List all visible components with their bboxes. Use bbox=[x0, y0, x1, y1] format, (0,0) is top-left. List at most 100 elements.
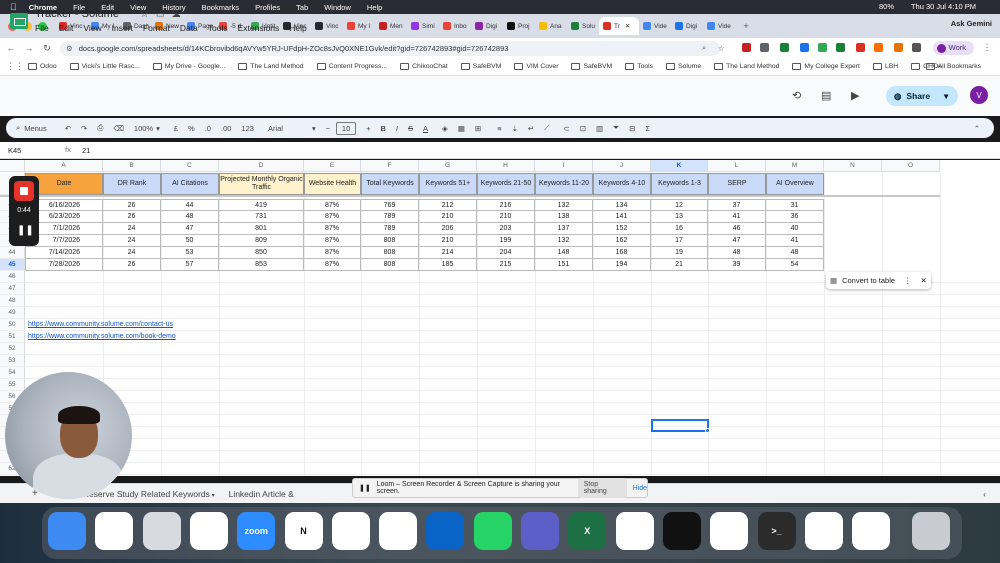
dock-clickup-icon[interactable] bbox=[331, 512, 370, 550]
browser-tab[interactable]: Vide bbox=[639, 17, 671, 35]
table-cell[interactable]: 212 bbox=[419, 199, 477, 211]
dock-notion-icon[interactable]: N bbox=[284, 512, 323, 550]
italic-icon[interactable]: I bbox=[396, 124, 398, 133]
table-cell[interactable]: 801 bbox=[219, 223, 304, 235]
extension-icon[interactable] bbox=[742, 43, 751, 52]
column-header-n[interactable]: N bbox=[824, 160, 882, 172]
row-header[interactable]: 54 bbox=[0, 367, 25, 379]
menu-extensions[interactable]: Extensions bbox=[238, 23, 280, 33]
chevron-down-icon[interactable]: ▾ bbox=[156, 124, 160, 133]
bookmark-item[interactable]: Tools bbox=[625, 63, 653, 70]
extension-icon[interactable] bbox=[818, 43, 827, 52]
table-cell[interactable]: 7/14/2026 bbox=[25, 247, 103, 259]
dock-excel-icon[interactable]: X bbox=[568, 512, 607, 550]
dock-whatsapp-icon[interactable] bbox=[473, 512, 512, 550]
filter-views-icon[interactable]: ⊟ bbox=[629, 124, 635, 133]
table-cell[interactable]: 210 bbox=[419, 235, 477, 247]
table-cell[interactable]: 809 bbox=[219, 235, 304, 247]
menubar-item-profiles[interactable]: Profiles bbox=[255, 3, 280, 12]
loom-stop-recording-button[interactable] bbox=[14, 181, 34, 201]
table-cell[interactable]: 138 bbox=[535, 211, 593, 223]
row-header[interactable]: 44 bbox=[0, 247, 25, 259]
extension-icon[interactable] bbox=[760, 43, 769, 52]
menu-format[interactable]: Format bbox=[143, 23, 170, 33]
table-cell[interactable]: 26 bbox=[103, 199, 161, 211]
loom-pause-icon[interactable]: ❚❚ bbox=[17, 225, 34, 239]
column-title-cell[interactable]: Website Health bbox=[304, 173, 361, 195]
document-title-text[interactable]: Tracker - Solume bbox=[35, 8, 119, 20]
dock-terminal-icon[interactable]: >_ bbox=[757, 512, 796, 550]
column-title-cell[interactable]: Keywords 11-20 bbox=[535, 173, 593, 195]
browser-tab[interactable]: Digi bbox=[671, 17, 703, 35]
bookmark-item[interactable]: My Drive - Google... bbox=[152, 63, 225, 70]
borders-icon[interactable]: ▦ bbox=[458, 124, 465, 133]
extension-icon[interactable] bbox=[836, 43, 845, 52]
sheet-tab[interactable]: Linkedin Article & bbox=[229, 489, 294, 499]
table-cell[interactable]: 7/28/2026 bbox=[25, 259, 103, 271]
move-folder-icon[interactable]: ▭ bbox=[156, 9, 165, 19]
column-header-a[interactable]: A bbox=[25, 160, 103, 172]
merge-cells-icon[interactable]: ⊞ bbox=[475, 124, 481, 133]
column-header-k[interactable]: K bbox=[651, 160, 708, 172]
apps-grid-icon[interactable]: ⋮⋮ bbox=[6, 61, 24, 72]
table-cell[interactable]: 789 bbox=[361, 211, 419, 223]
apple-menu-icon[interactable]:  bbox=[10, 2, 17, 12]
table-cell[interactable]: 13 bbox=[651, 211, 708, 223]
column-header-i[interactable]: I bbox=[535, 160, 593, 172]
decrease-decimal-button[interactable]: .0 bbox=[205, 124, 211, 133]
reload-icon[interactable]: ↻ bbox=[40, 43, 54, 54]
table-cell[interactable]: 40 bbox=[766, 223, 824, 235]
browser-tab[interactable]: Vide bbox=[703, 17, 735, 35]
table-cell[interactable]: 39 bbox=[708, 259, 766, 271]
table-cell[interactable]: 87% bbox=[304, 211, 361, 223]
column-title-cell[interactable]: Keywords 51+ bbox=[419, 173, 477, 195]
column-header-f[interactable]: F bbox=[361, 160, 419, 172]
bookmark-star-icon[interactable]: ☆ bbox=[718, 44, 725, 53]
table-cell[interactable]: 132 bbox=[535, 235, 593, 247]
dock-finder-icon[interactable] bbox=[48, 512, 86, 550]
table-cell[interactable]: 17 bbox=[651, 235, 708, 247]
bookmark-item[interactable]: The Land Method bbox=[238, 63, 304, 70]
table-cell[interactable]: 789 bbox=[361, 223, 419, 235]
menu-file[interactable]: File bbox=[35, 23, 49, 33]
bold-icon[interactable]: B bbox=[380, 124, 385, 133]
decrease-font-size-icon[interactable]: − bbox=[326, 124, 330, 133]
dock-teams-icon[interactable] bbox=[521, 512, 559, 550]
browser-tab[interactable]: Solu bbox=[567, 17, 599, 35]
table-cell[interactable]: 87% bbox=[304, 199, 361, 211]
dock-simulator-icon[interactable] bbox=[852, 512, 891, 550]
row-header[interactable]: 50 bbox=[0, 319, 25, 331]
dock-trash-icon[interactable] bbox=[912, 512, 950, 550]
table-cell[interactable]: 162 bbox=[593, 235, 651, 247]
menu-data[interactable]: Data bbox=[180, 23, 198, 33]
table-cell[interactable]: 24 bbox=[103, 235, 161, 247]
dock-outlook-icon[interactable] bbox=[426, 512, 465, 550]
column-title-cell[interactable]: Projected Monthly Organic Traffic bbox=[219, 173, 304, 195]
row-header[interactable]: 47 bbox=[0, 283, 25, 295]
menubar-item-window[interactable]: Window bbox=[324, 3, 351, 12]
row-header[interactable]: 55 bbox=[0, 379, 25, 391]
table-cell[interactable]: 132 bbox=[535, 199, 593, 211]
table-cell[interactable]: 37 bbox=[708, 199, 766, 211]
table-cell[interactable]: 203 bbox=[477, 223, 535, 235]
filter-icon[interactable]: ⏷ bbox=[613, 123, 619, 133]
strikethrough-icon[interactable]: S bbox=[408, 124, 413, 133]
insert-comment-icon[interactable]: ⊡ bbox=[580, 124, 586, 133]
browser-tab[interactable]: Digi bbox=[471, 17, 503, 35]
table-cell[interactable]: 808 bbox=[361, 259, 419, 271]
table-cell[interactable]: 54 bbox=[766, 259, 824, 271]
document-title[interactable]: Tracker - Solume ☆ ▭ ☁ bbox=[35, 8, 181, 20]
bookmark-item[interactable]: Solume bbox=[666, 63, 701, 70]
zoom-icon[interactable]: ⌕ bbox=[702, 43, 706, 53]
menubar-item-bookmarks[interactable]: Bookmarks bbox=[202, 3, 240, 12]
menubar-item-help[interactable]: Help bbox=[367, 3, 382, 12]
table-cell[interactable]: 214 bbox=[419, 247, 477, 259]
search-menus-label[interactable]: Menus bbox=[24, 124, 47, 133]
meet-video-icon[interactable]: ▶ bbox=[851, 89, 859, 102]
table-cell[interactable]: 21 bbox=[651, 259, 708, 271]
table-cell[interactable]: 24 bbox=[103, 247, 161, 259]
forward-icon[interactable]: → bbox=[22, 43, 36, 53]
extension-icon[interactable] bbox=[856, 43, 865, 52]
table-cell[interactable]: 46 bbox=[708, 223, 766, 235]
table-cell[interactable]: 19 bbox=[651, 247, 708, 259]
